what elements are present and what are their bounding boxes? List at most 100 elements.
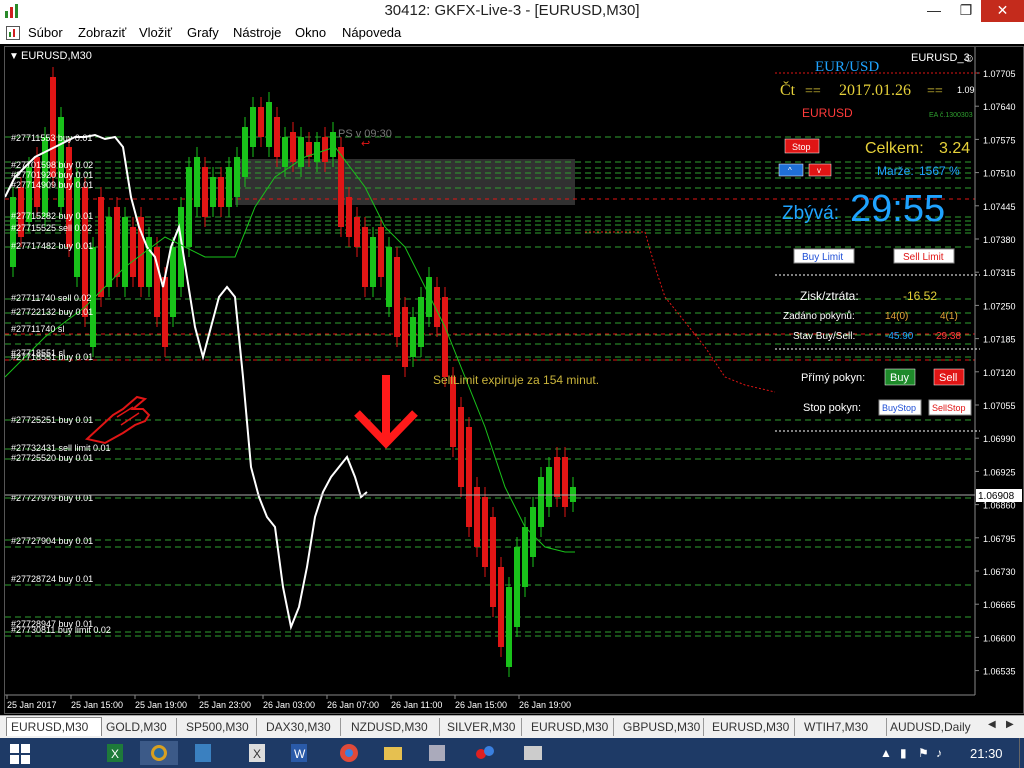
tab-eurusd-m30-2[interactable]: EURUSD,M30 bbox=[527, 718, 614, 736]
candle-body bbox=[450, 377, 456, 447]
menu-charts[interactable]: Grafy bbox=[187, 25, 219, 40]
stop-button[interactable]: Stop bbox=[784, 138, 820, 154]
tab-sp500-m30[interactable]: SP500,M30 bbox=[182, 718, 257, 736]
chart-window[interactable]: #27711553 buy 0.01 #27701598 buy 0.02 #277… bbox=[4, 46, 1024, 714]
tab-eurusd-m30-3[interactable]: EURUSD,M30 bbox=[708, 718, 795, 736]
candle-body bbox=[386, 247, 392, 307]
svg-text:X: X bbox=[253, 747, 261, 761]
price-tick-label: 1.06665 bbox=[983, 600, 1016, 610]
price-tick-label: 1.06860 bbox=[983, 501, 1016, 511]
order-label: #27711740 sell 0.02 bbox=[11, 293, 91, 303]
buy-limit-button[interactable]: Buy Limit bbox=[793, 248, 855, 264]
tab-gold-m30[interactable]: GOLD,M30 bbox=[102, 718, 177, 736]
stop-order-label: Stop pokyn: bbox=[803, 402, 861, 414]
candle-body bbox=[274, 117, 280, 157]
tab-dax30-m30[interactable]: DAX30,M30 bbox=[262, 718, 341, 736]
tab-eurusd-m30[interactable]: EURUSD,M30 bbox=[6, 717, 102, 736]
svg-text:SellStop: SellStop bbox=[932, 403, 966, 413]
tray-volume-icon[interactable]: ♪ bbox=[936, 746, 942, 760]
up-button[interactable]: ^ bbox=[778, 163, 804, 177]
menu-view[interactable]: Zobraziť bbox=[78, 25, 126, 40]
ps-marker-icon: ↩ bbox=[361, 138, 370, 150]
info-panel: EUR/USD Čt == 2017.01.26 == 1.09 EURUSD … bbox=[775, 59, 980, 432]
price-tick-label: 1.06600 bbox=[983, 633, 1016, 643]
price-tick-label: 1.07705 bbox=[983, 69, 1016, 79]
taskbar-app-icon-8[interactable] bbox=[466, 741, 504, 765]
candle-body bbox=[466, 427, 472, 527]
svg-text:W: W bbox=[294, 747, 306, 761]
taskbar-globe-icon[interactable] bbox=[140, 741, 178, 765]
menu-file[interactable]: Súbor bbox=[28, 25, 63, 40]
ea-label: EURUSD_3 bbox=[911, 52, 970, 64]
taskbar-clock[interactable]: 21:30 bbox=[970, 746, 1003, 761]
red-dotted-indicator bbox=[585, 231, 776, 393]
candle-body bbox=[442, 297, 448, 377]
remain-label: Zbývá: bbox=[782, 203, 839, 224]
taskbar-excel-icon[interactable]: X bbox=[96, 741, 134, 765]
svg-text:Buy: Buy bbox=[890, 372, 909, 384]
candle-body bbox=[218, 177, 224, 207]
menu-insert[interactable]: Vložiť bbox=[139, 25, 172, 40]
taskbar-metatrader-icon[interactable]: X bbox=[238, 741, 276, 765]
sell-limit-button[interactable]: Sell Limit bbox=[893, 248, 955, 264]
windows-start-icon[interactable] bbox=[10, 744, 30, 764]
panel-symbol: EURUSD bbox=[802, 106, 853, 120]
menu-help[interactable]: Nápoveda bbox=[342, 25, 401, 40]
total-value: 3.24 bbox=[939, 140, 970, 157]
taskbar-word-icon[interactable]: W bbox=[280, 741, 318, 765]
sellstop-button[interactable]: SellStop bbox=[928, 399, 972, 416]
tray-network-icon[interactable]: ▮ bbox=[900, 746, 907, 760]
svg-text:Sell: Sell bbox=[939, 372, 957, 384]
margin-value: 1567 % bbox=[919, 164, 960, 178]
taskbar-chrome-icon[interactable] bbox=[330, 741, 368, 765]
tab-gbpusd-m30[interactable]: GBPUSD,M30 bbox=[619, 718, 704, 736]
maximize-button[interactable]: ❐ bbox=[951, 0, 981, 22]
buystop-button[interactable]: BuyStop bbox=[878, 399, 922, 416]
current-price: 1.06908 bbox=[978, 491, 1015, 502]
time-tick-label: 25 Jan 23:00 bbox=[199, 700, 251, 710]
chart-window-icon[interactable] bbox=[6, 26, 20, 40]
show-desktop-button[interactable] bbox=[1019, 738, 1024, 768]
menu-tools[interactable]: Nástroje bbox=[233, 25, 281, 40]
taskbar-app-icon-7[interactable] bbox=[418, 741, 456, 765]
tab-wtih7-m30[interactable]: WTIH7,M30 bbox=[800, 718, 887, 736]
taskbar-explorer-icon[interactable] bbox=[374, 741, 412, 765]
candle-body bbox=[346, 197, 352, 237]
tray-expand-icon[interactable]: ▲ bbox=[880, 746, 892, 760]
candle-body bbox=[402, 307, 408, 367]
minimize-button[interactable]: — bbox=[917, 0, 951, 22]
tray-flag-icon[interactable]: ⚑ bbox=[918, 746, 929, 760]
tab-scroll-right-icon[interactable]: ▶ bbox=[1006, 719, 1020, 735]
svg-text:^: ^ bbox=[788, 166, 792, 175]
candle-body bbox=[258, 107, 264, 137]
tab-audusd-daily[interactable]: AUDUSD,Daily bbox=[886, 718, 980, 736]
sell-button[interactable]: Sell bbox=[933, 368, 965, 386]
candle-body bbox=[538, 477, 544, 527]
buy-button[interactable]: Buy bbox=[884, 368, 916, 386]
time-tick-label: 26 Jan 03:00 bbox=[263, 700, 315, 710]
candle-body bbox=[418, 297, 424, 347]
pnl-value: -16.52 bbox=[903, 289, 937, 303]
candle-body bbox=[482, 497, 488, 567]
svg-text:v: v bbox=[817, 166, 821, 175]
pnl-label: Zisk/ztráta: bbox=[800, 289, 859, 303]
orders-sell: 4(1) bbox=[940, 311, 958, 322]
state-label: Stav Buy/Sell: bbox=[793, 331, 855, 342]
price-tick-label: 1.07315 bbox=[983, 268, 1016, 278]
candle-body bbox=[498, 567, 504, 647]
order-label: #27715525 sell 0.02 bbox=[11, 223, 92, 233]
candle-body bbox=[290, 132, 296, 162]
price-tick-label: 1.07055 bbox=[983, 401, 1016, 411]
tab-scroll-left-icon[interactable]: ◀ bbox=[988, 719, 1002, 735]
tab-silver-m30[interactable]: SILVER,M30 bbox=[443, 718, 522, 736]
down-button[interactable]: v bbox=[808, 163, 832, 177]
menu-window[interactable]: Okno bbox=[295, 25, 326, 40]
close-button[interactable]: ✕ bbox=[981, 0, 1024, 22]
tab-nzdusd-m30[interactable]: NZDUSD,M30 bbox=[347, 718, 440, 736]
candle-body bbox=[330, 132, 336, 157]
taskbar-app-icon-9[interactable] bbox=[514, 741, 552, 765]
order-label: #27714909 buy 0.01 bbox=[11, 180, 93, 190]
taskbar-tool-icon[interactable] bbox=[184, 741, 222, 765]
price-chart[interactable]: #27711553 buy 0.01#27701598 buy 0.02#277… bbox=[5, 47, 1023, 713]
candle-body bbox=[234, 157, 240, 197]
